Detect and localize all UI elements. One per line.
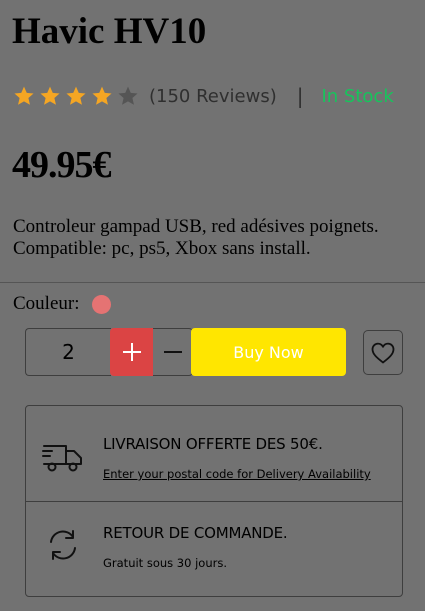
star-filled-icon [92, 86, 112, 105]
quantity-input[interactable]: 2 [25, 328, 111, 376]
reviews-count[interactable]: (150 Reviews) [149, 86, 277, 107]
product-title: Havic HV10 [12, 11, 207, 52]
return-subtitle: Gratuit sous 30 jours. [103, 556, 227, 570]
return-title: RETOUR DE COMMANDE. [103, 524, 288, 542]
delivery-truck-icon [42, 445, 82, 472]
buy-now-button[interactable]: Buy Now [191, 328, 346, 376]
return-icon [50, 530, 76, 560]
star-filled-icon [14, 86, 34, 105]
free-delivery-title: LIVRAISON OFFERTE DES 50€. [103, 435, 323, 453]
wishlist-button[interactable] [363, 330, 403, 375]
product-price: 49.95€ [12, 144, 111, 186]
rating-row: (150 Reviews) | In Stock [13, 84, 394, 108]
color-label: Couleur: [13, 293, 80, 314]
divider [0, 282, 425, 283]
increase-quantity-button[interactable] [110, 328, 153, 376]
box-divider [26, 501, 402, 502]
decrease-quantity-button[interactable] [153, 328, 193, 376]
product-description: Controleur gampad USB, red adésives poig… [13, 216, 379, 259]
separator: | [296, 84, 304, 108]
postal-code-link[interactable]: Enter your postal code for Delivery Avai… [103, 467, 371, 481]
stock-status: In Stock [321, 85, 394, 107]
star-empty-icon [118, 86, 138, 105]
plus-icon [122, 343, 141, 361]
color-row: Couleur: [13, 293, 111, 315]
star-filled-icon [40, 86, 60, 105]
heart-icon [371, 342, 395, 363]
star-filled-icon [66, 86, 86, 105]
minus-icon [163, 351, 182, 353]
delivery-info-box: LIVRAISON OFFERTE DES 50€. Enter your po… [25, 405, 403, 597]
rating-stars [13, 85, 143, 107]
color-swatch[interactable] [91, 294, 111, 314]
